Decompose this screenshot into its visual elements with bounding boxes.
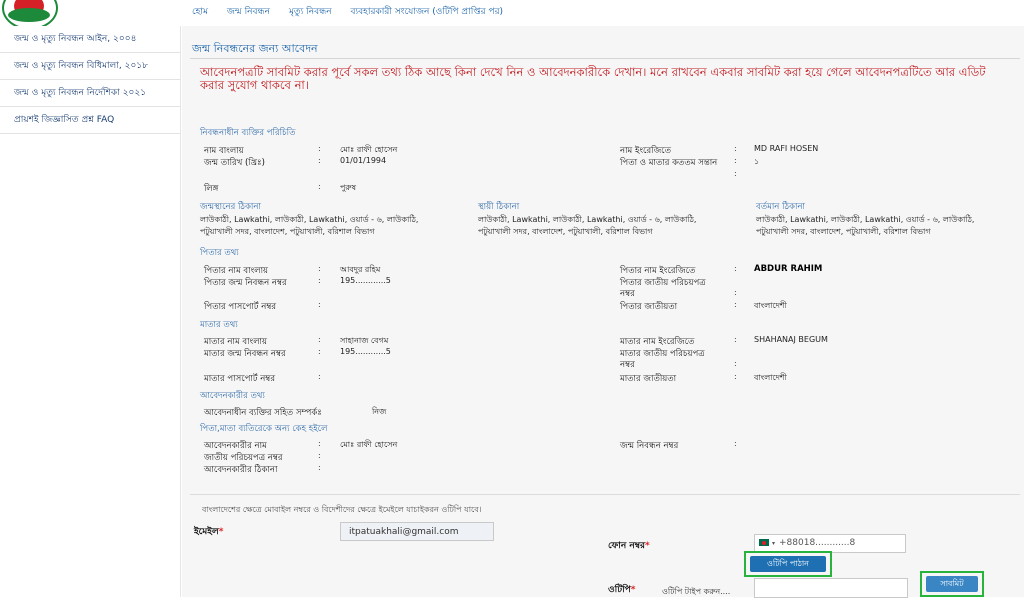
main-content: জন্ম নিবন্ধনের জন্য আবেদন আবেদনপত্রটি সা… [182,26,1024,598]
colon: : [318,182,321,191]
father-name-en-value: ABDUR RAHIM [754,264,823,274]
dob-value: 01/01/1994 [340,156,387,165]
mother-passport-label: মাতার পাসপোর্ট নম্বর [204,374,275,384]
dob-label: জন্ম তারিখ (খ্রিঃ) [204,158,265,168]
section-other-applicant: পিতা,মাতা ব্যতিরেকে অন্য কেহ হইলে [200,424,328,434]
permanent-address-label: স্থায়ী ঠিকানা [478,202,520,212]
colon: : [318,335,321,344]
sidebar-item-act[interactable]: জন্ম ও মৃত্যু নিবন্ধন আইন, ২০০৪ [0,26,180,53]
colon: : [734,264,737,273]
birth-address-label: জন্মস্থানের ঠিকানা [200,202,261,212]
child-order-value: ১ [754,157,760,166]
mother-brn-value: 195............5 [340,347,391,356]
email-label: ইমেইল* [194,527,224,537]
section-applicant: আবেদনকারীর তথ্য [200,391,265,401]
father-nid-label-2: নম্বর [620,289,635,299]
nav-user-add[interactable]: ব্যবহারকারী সংযোজন (ওটিপি প্রাপ্তির পর) [351,7,504,17]
bangladesh-flag-icon[interactable] [759,539,769,546]
colon: : [734,288,737,297]
relation-label: আবেদনাধীন ব্যক্তির সহিত সম্পর্কঃ [204,408,322,418]
section-father: পিতার তথ্য [200,248,239,258]
nav-home[interactable]: হোম [192,7,208,17]
colon: : [318,264,321,273]
colon: : [318,463,321,472]
relation-value: নিজ [372,407,387,416]
colon: : [734,169,737,178]
mother-nid-label-2: নম্বর [620,360,635,370]
father-brn-value: 195............5 [340,276,391,285]
father-nationality-value: বাংলাদেশী [754,301,787,310]
email-input[interactable]: itpatuakhali@gmail.com [340,522,494,541]
phone-label: ফোন নম্বর* [608,541,650,551]
name-en-value: MD RAFI HOSEN [754,144,819,153]
top-nav: হোম জন্ম নিবন্ধন মৃত্যু নিবন্ধন ব্যবহারক… [192,4,519,19]
colon: : [734,439,737,448]
sidebar-item-rules[interactable]: জন্ম ও মৃত্যু নিবন্ধন বিধিমালা, ২০১৮ [0,53,180,80]
otp-input[interactable] [754,578,908,598]
divider [190,58,1020,59]
colon: : [318,300,321,309]
mother-brn-label: মাতার জন্ম নিবন্ধন নম্বর [204,349,286,359]
colon: : [318,451,321,460]
section-person: নিবন্ধনাধীন ব্যক্তির পরিচিতি [200,128,296,138]
current-address-label: বর্তমান ঠিকানা [756,202,805,212]
submit-button[interactable]: সাবমিট [926,576,978,592]
otp-label: ওটিপি* [608,585,636,595]
colon: : [734,372,737,381]
send-otp-button[interactable]: ওটিপি পাঠান [750,556,826,572]
mother-nationality-value: বাংলাদেশী [754,373,787,382]
divider [190,494,1020,495]
applicant-address-label: আবেদনকারীর ঠিকানা [204,465,278,475]
colon: : [734,144,737,153]
colon: : [734,300,737,309]
mother-name-en-value: SHAHANAJ BEGUM [754,335,828,344]
colon: : [318,144,321,153]
father-nationality-label: পিতার জাতীয়তা [620,302,678,312]
child-order-label: পিতা ও মাতার কততম সন্তান [620,158,718,168]
sidebar-item-guideline[interactable]: জন্ম ও মৃত্যু নিবন্ধন নির্দেশিকা ২০২১ [0,80,180,107]
colon: : [734,359,737,368]
applicant-name-value: মোঃ রাফী হোসেন [340,440,398,449]
colon: : [318,156,321,165]
page-title: জন্ম নিবন্ধনের জন্য আবেদন [192,42,318,55]
colon: : [734,335,737,344]
colon: : [318,439,321,448]
nav-birth-registration[interactable]: জন্ম নিবন্ধন [227,7,270,17]
father-brn-label: পিতার জন্ম নিবন্ধন নম্বর [204,278,287,288]
sidebar-item-faq[interactable]: প্রায়শই জিজ্ঞাসিত প্রশ্ন FAQ [0,107,180,134]
otp-placeholder: ওটিপি টাইপ করুন.... [662,587,731,596]
gender-value: পুরুষ [340,183,356,192]
father-passport-label: পিতার পাসপোর্ট নম্বর [204,302,277,312]
permanent-address-value: লাউকাঠী, Lawkathi, লাউকাঠী, Lawkathi, ওয… [478,215,697,236]
applicant-brn-label: জন্ম নিবন্ধন নম্বর [620,441,679,451]
nav-death-registration[interactable]: মৃত্যু নিবন্ধন [289,7,332,17]
warning-message: আবেদনপত্রটি সাবমিট করার পূর্বে সকল তথ্য … [200,65,986,92]
sidebar: জন্ম ও মৃত্যু নিবন্ধন আইন, ২০০৪ জন্ম ও ম… [0,26,181,597]
colon: : [318,347,321,356]
current-address-value: লাউকাঠী, Lawkathi, লাউকাঠী, Lawkathi, ওয… [756,215,975,236]
colon: : [318,372,321,381]
otp-note: বাংলাদেশের ক্ষেত্রে মোবাইল নম্বরে ও বিদে… [202,505,482,514]
chevron-down-icon[interactable]: ▾ [772,540,775,547]
birth-address-value: লাউকাঠী, Lawkathi, লাউকাঠী, Lawkathi, ওয… [200,215,419,236]
mother-nationality-label: মাতার জাতীয়তা [620,374,677,384]
colon: : [734,156,737,165]
colon: : [318,276,321,285]
gender-label: লিঙ্গ [204,184,219,194]
section-mother: মাতার তথ্য [200,320,238,330]
top-bar: হোম জন্ম নিবন্ধন মৃত্যু নিবন্ধন ব্যবহারক… [0,0,1024,30]
